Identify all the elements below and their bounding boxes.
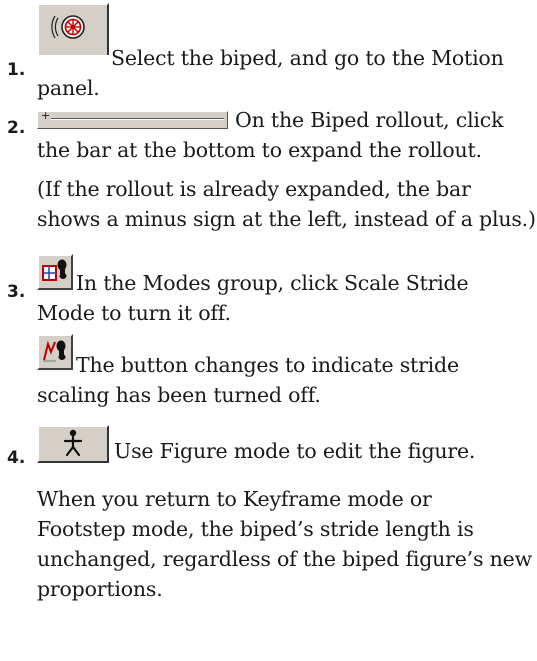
- step-text-line: panel.: [37, 76, 100, 100]
- note-line: proportions.: [37, 577, 163, 601]
- scale-stride-mode-icon[interactable]: [37, 254, 73, 290]
- note-line: (If the rollout is already expanded, the…: [37, 177, 471, 201]
- sub-text-line: The button changes to indicate stride: [76, 353, 459, 377]
- scale-stride-off-icon: [37, 334, 73, 370]
- note-line: unchanged, regardless of the biped figur…: [37, 547, 532, 571]
- step-text-line: On the Biped rollout, click: [235, 108, 504, 132]
- note-line: shows a minus sign at the left, instead …: [37, 207, 536, 231]
- step-number: 4.: [7, 448, 26, 468]
- step-text-line: In the Modes group, click Scale Stride: [76, 271, 469, 295]
- step-text-line: Select the biped, and go to the Motion: [111, 46, 504, 70]
- note-line: Footstep mode, the biped’s stride length…: [37, 517, 474, 541]
- step-text-line: Mode to turn it off.: [37, 301, 231, 325]
- step-number: 2.: [7, 118, 26, 138]
- step-text-line: Use Figure mode to edit the figure.: [114, 439, 476, 463]
- step-number: 3.: [7, 282, 26, 302]
- plus-sign: +: [41, 109, 51, 122]
- motion-panel-icon[interactable]: [37, 3, 109, 55]
- step-number: 1.: [7, 60, 26, 80]
- step-text-line: the bar at the bottom to expand the roll…: [37, 138, 482, 162]
- note-line: When you return to Keyframe mode or: [37, 487, 432, 511]
- rollout-bar-icon[interactable]: +: [37, 109, 228, 129]
- sub-text-line: scaling has been turned off.: [37, 383, 321, 407]
- figure-mode-icon[interactable]: [37, 425, 109, 463]
- rollout-bar-line: [51, 118, 224, 120]
